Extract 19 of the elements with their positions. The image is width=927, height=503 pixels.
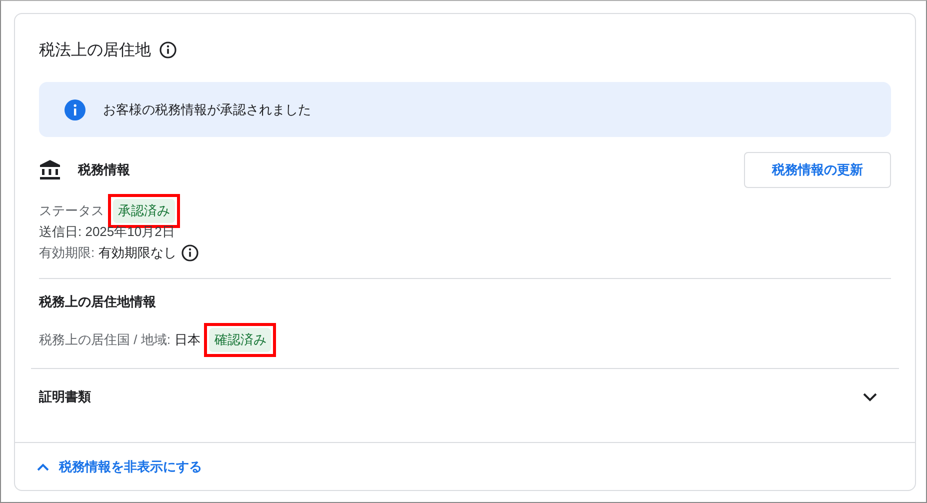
info-icon[interactable] <box>180 244 199 262</box>
status-label: ステータス <box>39 202 104 220</box>
expiry-label: 有効期限: <box>39 244 95 262</box>
status-badge: 確認済み <box>209 328 272 352</box>
status-badge: 承認済み <box>113 198 175 222</box>
section-title: 税法上の居住地 <box>39 40 151 60</box>
residence-value: 日本 <box>174 330 200 348</box>
hide-tax-info-link[interactable]: 税務情報を非表示にする <box>37 458 202 476</box>
section-heading: 税務上の居住地情報 <box>39 293 157 311</box>
section-heading: 税務情報 <box>78 161 130 179</box>
residence-label: 税務上の居住国 / 地域: <box>39 330 170 348</box>
expiry-value: 有効期限なし <box>98 244 177 262</box>
info-icon[interactable] <box>159 41 177 59</box>
documents-row[interactable]: 証明書類 <box>39 369 891 425</box>
sent-date: 送信日: 2025年10月2日 <box>39 222 175 240</box>
info-icon <box>64 98 86 120</box>
banner-message: お客様の税務情報が承認されました <box>103 100 311 118</box>
update-button[interactable]: 税務情報の更新 <box>744 152 891 188</box>
bank-icon <box>39 160 61 180</box>
